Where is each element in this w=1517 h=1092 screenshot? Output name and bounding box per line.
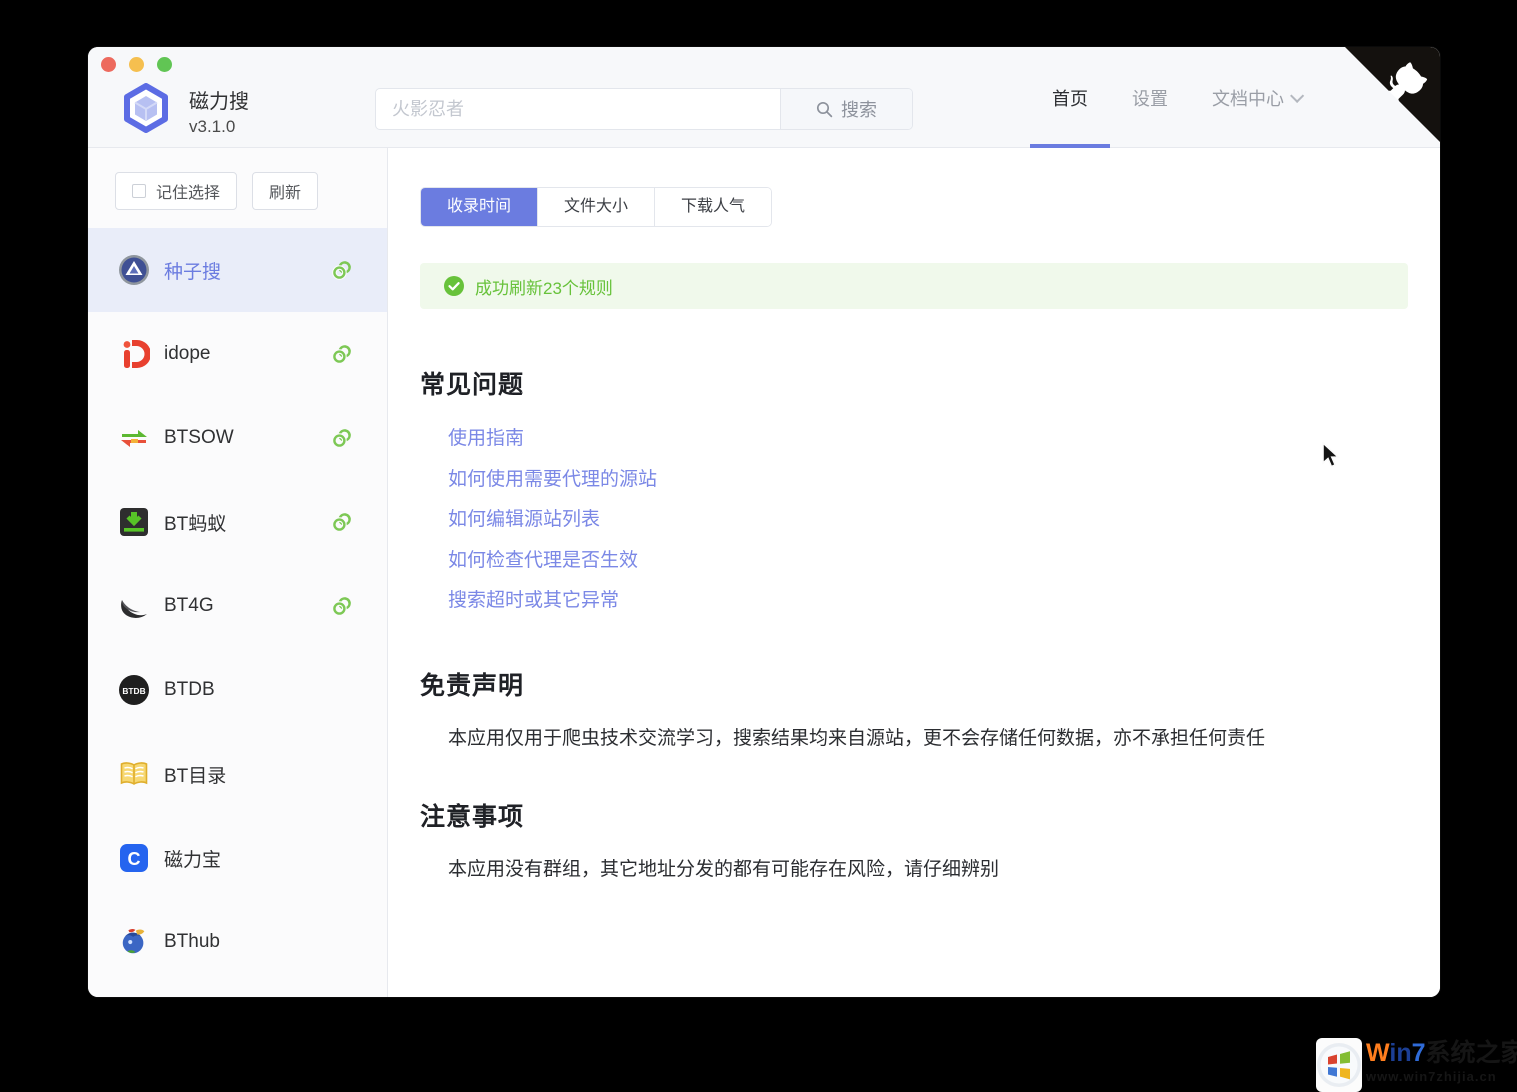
- cilibao-icon: C: [118, 842, 150, 874]
- app-logo-icon: [121, 83, 171, 138]
- tab-file-size[interactable]: 文件大小: [537, 188, 654, 226]
- sidebar-item-btsow[interactable]: BTSOW: [88, 396, 387, 480]
- disclaimer-text: 本应用仅用于爬虫技术交流学习，搜索结果均来自源站，更不会存储任何数据，亦不承担任…: [420, 722, 1432, 755]
- proxy-link-icon: [331, 511, 353, 533]
- refresh-button[interactable]: 刷新: [252, 172, 318, 210]
- nav-item-docs[interactable]: 文档中心: [1190, 47, 1322, 148]
- close-window-button[interactable]: [101, 57, 116, 72]
- watermark-text: Win7系统之家 www.win7zhijia.cn: [1366, 1038, 1517, 1092]
- disclaimer-section-title: 免责声明: [420, 666, 1432, 702]
- sidebar-item-btdb[interactable]: BTDB BTDB: [88, 648, 387, 732]
- success-alert-text: 成功刷新23个规则: [475, 274, 613, 299]
- faq-link-check-proxy[interactable]: 如何检查代理是否生效: [448, 541, 1432, 582]
- sidebar-item-btmayi[interactable]: BT蚂蚁: [88, 480, 387, 564]
- watermark-url: www.win7zhijia.cn: [1366, 1069, 1517, 1084]
- source-list: 种子搜: [88, 228, 387, 984]
- source-label: BT蚂蚁: [164, 509, 331, 536]
- search-button[interactable]: 搜索: [780, 89, 912, 129]
- search-button-label: 搜索: [841, 96, 877, 122]
- success-check-icon: [444, 276, 464, 296]
- sidebar-item-idope[interactable]: idope: [88, 312, 387, 396]
- nav-home-label: 首页: [1052, 85, 1088, 111]
- source-label: 磁力宝: [164, 845, 353, 872]
- sidebar-item-bt4g[interactable]: BT4G: [88, 564, 387, 648]
- source-label: 种子搜: [164, 257, 331, 284]
- source-label: BThub: [164, 931, 353, 953]
- bthub-icon: [118, 926, 150, 958]
- app-header: 磁力搜 v3.1.0 搜索 首页 设置: [88, 47, 1440, 148]
- source-label: BT4G: [164, 595, 331, 617]
- site-watermark: Win7系统之家 www.win7zhijia.cn: [1316, 1038, 1517, 1092]
- sidebar-item-bthub[interactable]: BThub: [88, 900, 387, 984]
- notice-section-title: 注意事项: [420, 797, 1432, 833]
- traffic-lights: [101, 57, 172, 72]
- sidebar-item-cilibao[interactable]: C 磁力宝: [88, 816, 387, 900]
- tab-popularity[interactable]: 下载人气: [654, 188, 771, 226]
- nav-settings-label: 设置: [1132, 85, 1168, 111]
- main-content: 收录时间 文件大小 下载人气 成功刷新23个规则 常见问题 使用指南 如何使用需…: [388, 148, 1440, 997]
- search-input[interactable]: [376, 89, 780, 129]
- btmayi-icon: [118, 506, 150, 538]
- proxy-link-icon: [331, 259, 353, 281]
- zhongzisou-icon: [118, 254, 150, 286]
- source-sidebar: 记住选择 刷新 种子搜: [88, 148, 388, 997]
- maximize-window-button[interactable]: [157, 57, 172, 72]
- source-label: BTSOW: [164, 427, 331, 449]
- notice-text: 本应用没有群组，其它地址分发的都有可能存在风险，请仔细辨别: [420, 853, 1432, 886]
- github-octocat-icon: [1345, 47, 1440, 142]
- faq-link-proxy-source[interactable]: 如何使用需要代理的源站: [448, 460, 1432, 501]
- faq-section-title: 常见问题: [420, 365, 1432, 401]
- refresh-label: 刷新: [269, 179, 301, 203]
- svg-text:C: C: [128, 849, 141, 869]
- search-icon: [816, 101, 833, 118]
- remember-selection-button[interactable]: 记住选择: [115, 172, 237, 210]
- btdb-icon: BTDB: [118, 674, 150, 706]
- github-corner-link[interactable]: [1345, 47, 1440, 142]
- sort-tab-group: 收录时间 文件大小 下载人气: [420, 187, 772, 227]
- app-brand: 磁力搜 v3.1.0: [121, 83, 249, 138]
- bt4g-icon: [118, 590, 150, 622]
- top-navigation: 首页 设置 文档中心: [1030, 47, 1322, 147]
- remember-checkbox[interactable]: [132, 184, 146, 198]
- faq-link-guide[interactable]: 使用指南: [448, 419, 1432, 460]
- watermark-brand: W: [1366, 1039, 1389, 1067]
- sidebar-item-btmulu[interactable]: BT目录: [88, 732, 387, 816]
- remember-label: 记住选择: [156, 179, 220, 203]
- source-label: BTDB: [164, 679, 353, 701]
- success-alert: 成功刷新23个规则: [420, 263, 1408, 309]
- nav-item-settings[interactable]: 设置: [1110, 47, 1190, 148]
- search-bar: 搜索: [375, 88, 913, 130]
- faq-link-edit-sources[interactable]: 如何编辑源站列表: [448, 500, 1432, 541]
- idope-icon: [118, 338, 150, 370]
- source-label: BT目录: [164, 761, 353, 788]
- proxy-link-icon: [331, 595, 353, 617]
- faq-link-list: 使用指南 如何使用需要代理的源站 如何编辑源站列表 如何检查代理是否生效 搜索超…: [420, 419, 1432, 622]
- windows-logo-icon: [1316, 1038, 1362, 1092]
- tab-index-time[interactable]: 收录时间: [421, 188, 537, 226]
- svg-text:BTDB: BTDB: [122, 686, 145, 696]
- btmulu-icon: [118, 758, 150, 790]
- chevron-down-icon: [1290, 88, 1304, 102]
- sidebar-item-zhongzisou[interactable]: 种子搜: [88, 228, 387, 312]
- nav-docs-label: 文档中心: [1212, 85, 1284, 111]
- btsow-icon: [118, 422, 150, 454]
- proxy-link-icon: [331, 343, 353, 365]
- minimize-window-button[interactable]: [129, 57, 144, 72]
- app-title: 磁力搜: [189, 85, 249, 114]
- app-version: v3.1.0: [189, 117, 249, 137]
- nav-item-home[interactable]: 首页: [1030, 47, 1110, 148]
- proxy-link-icon: [331, 427, 353, 449]
- app-window: 磁力搜 v3.1.0 搜索 首页 设置: [88, 47, 1440, 997]
- source-label: idope: [164, 343, 331, 365]
- faq-link-timeout[interactable]: 搜索超时或其它异常: [448, 581, 1432, 622]
